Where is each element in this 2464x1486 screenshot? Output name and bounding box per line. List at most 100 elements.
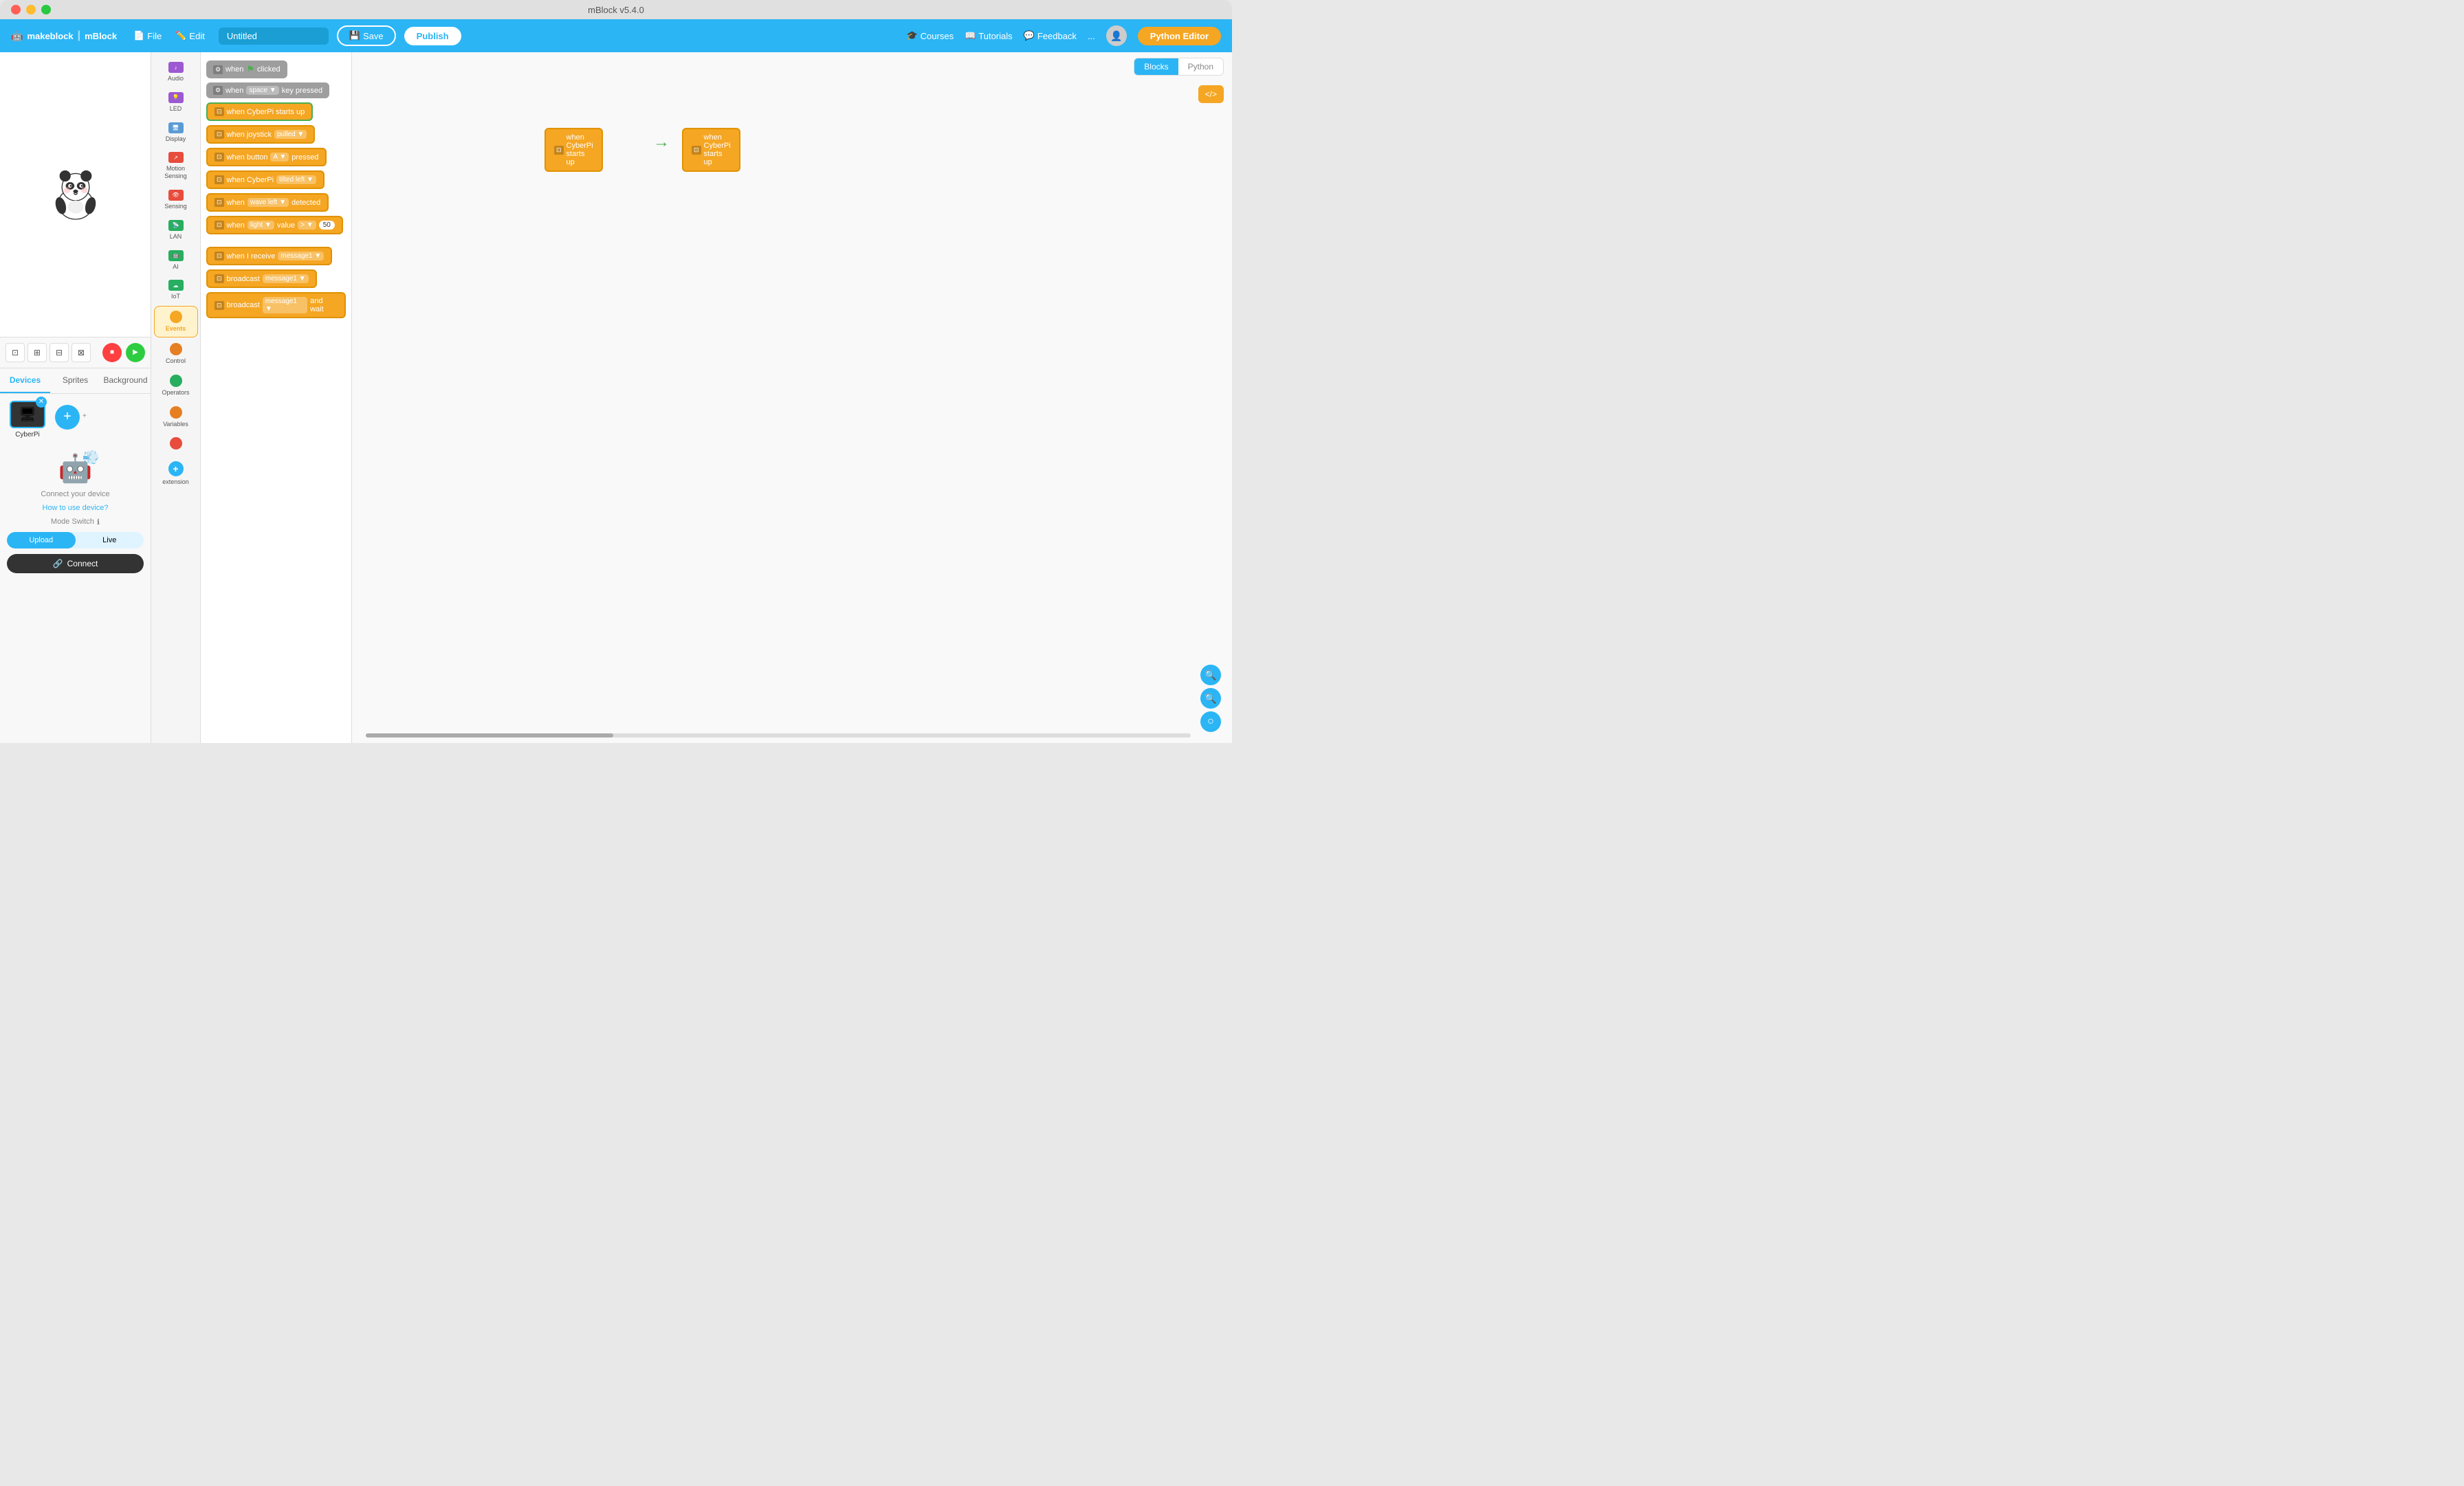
tutorials-nav[interactable]: 📖 Tutorials	[965, 30, 1013, 41]
category-my-blocks[interactable]	[154, 433, 198, 456]
motion-sensing-label: MotionSensing	[164, 165, 187, 180]
category-operators[interactable]: Operators	[154, 370, 198, 401]
block-when-wave-detected[interactable]: ⊡ when wave left ▼ detected	[206, 193, 346, 212]
zoom-in-button[interactable]: 🔍	[1200, 665, 1221, 685]
category-events[interactable]: Events	[154, 306, 198, 337]
add-device-button[interactable]: +	[55, 405, 80, 430]
upload-mode-button[interactable]: Upload	[7, 532, 76, 548]
tilt-dropdown[interactable]: tilted left ▼	[276, 175, 316, 184]
workspace-block-text: when CyberPi starts up	[566, 133, 593, 166]
block-when-joystick-pulled[interactable]: ⊡ when joystick pulled ▼	[206, 125, 346, 144]
play-button[interactable]: ▶	[126, 343, 145, 362]
save-icon: 💾	[349, 30, 360, 41]
stage-area	[0, 52, 151, 337]
file-menu[interactable]: 📄 File	[128, 27, 167, 44]
events-label: Events	[166, 325, 186, 333]
grid-view-4-button[interactable]: ⊠	[72, 343, 91, 362]
lan-label: LAN	[170, 233, 182, 241]
zoom-out-button[interactable]: 🔍	[1200, 688, 1221, 709]
toolbar-right: 🎓 Courses 📖 Tutorials 💬 Feedback ... 👤 P…	[906, 25, 1221, 46]
panda-sprite	[45, 164, 107, 225]
block-text-light: when	[227, 221, 245, 230]
avatar[interactable]: 👤	[1106, 25, 1127, 46]
zoom-reset-button[interactable]: ○	[1200, 711, 1221, 732]
motion-sensing-icon: ↗	[168, 152, 184, 163]
stop-button[interactable]: ■	[102, 343, 122, 362]
workspace-scrollbar-thumb	[366, 733, 613, 738]
tab-sprites[interactable]: Sprites	[50, 368, 100, 393]
publish-button[interactable]: Publish	[404, 27, 461, 45]
extension-icon: +	[168, 461, 184, 476]
category-led[interactable]: 💡 LED	[154, 88, 198, 117]
ai-icon: 🤖	[168, 250, 184, 261]
comparator-dropdown[interactable]: > ▼	[298, 221, 316, 230]
expand-view-button[interactable]: ⊡	[6, 343, 25, 362]
block-when-clicked[interactable]: ⚙ when ⚑ true clicked	[206, 60, 346, 78]
block-when-key-pressed[interactable]: ⚙ when space ▼ key pressed	[206, 82, 346, 98]
fullscreen-button[interactable]	[41, 5, 51, 14]
block-when-button-pressed[interactable]: ⊡ when button A ▼ pressed	[206, 148, 346, 166]
variables-label: Variables	[163, 421, 188, 428]
category-ai[interactable]: 🤖 AI	[154, 246, 198, 275]
blocks-panel: ⚙ when ⚑ true clicked ⚙ when space ▼ key…	[201, 52, 352, 743]
category-extension[interactable]: + extension	[154, 457, 198, 490]
category-audio[interactable]: ♪ Audio	[154, 58, 198, 87]
block-text-joystick: when joystick	[227, 131, 272, 139]
close-button[interactable]	[11, 5, 21, 14]
workspace: Blocks Python </> ⊡ when CyberPi starts …	[352, 52, 1232, 743]
python-editor-button[interactable]: Python Editor	[1138, 27, 1221, 45]
tab-blocks[interactable]: Blocks	[1134, 58, 1178, 75]
category-motion-sensing[interactable]: ↗ MotionSensing	[154, 148, 198, 184]
block-when-cyberpi-starts-list[interactable]: ⊡ when CyberPi starts up	[206, 102, 346, 121]
workspace-scrollbar[interactable]	[366, 733, 1191, 738]
space-dropdown[interactable]: space ▼	[246, 86, 278, 95]
workspace-block-icon: ⊡	[554, 146, 564, 155]
play-icon: ▶	[133, 348, 138, 356]
zoom-out-icon: 🔍	[1204, 693, 1216, 705]
block-when-receive[interactable]: ⊡ when I receive message1 ▼	[206, 247, 346, 265]
category-iot[interactable]: ☁ IoT	[154, 276, 198, 304]
category-control[interactable]: Control	[154, 339, 198, 369]
block-broadcast-wait[interactable]: ⊡ broadcast message1 ▼ and wait	[206, 292, 346, 318]
tabs-row: Devices Sprites Background	[0, 368, 151, 394]
button-dropdown[interactable]: A ▼	[270, 153, 289, 162]
block-text-cyberpi-tilt: when CyberPi	[227, 176, 274, 184]
save-button[interactable]: 💾 Save	[337, 25, 396, 46]
courses-nav[interactable]: 🎓 Courses	[906, 30, 954, 41]
live-mode-button[interactable]: Live	[76, 532, 144, 548]
wave-dropdown[interactable]: wave left ▼	[248, 198, 289, 207]
broadcast-wait-dropdown[interactable]: message1 ▼	[263, 297, 307, 313]
project-name-input[interactable]	[219, 27, 329, 45]
category-display[interactable]: 🖥 Display	[154, 118, 198, 147]
tab-background[interactable]: Background	[100, 368, 151, 393]
mode-switch-label: Mode Switch ℹ	[51, 518, 100, 526]
edit-menu[interactable]: ✏️ Edit	[170, 27, 210, 44]
minimize-button[interactable]	[26, 5, 36, 14]
variables-icon	[170, 406, 182, 419]
more-nav[interactable]: ...	[1088, 31, 1095, 41]
light-dropdown[interactable]: light ▼	[248, 221, 274, 230]
message-receive-dropdown[interactable]: message1 ▼	[278, 252, 324, 260]
block-text-when-flag: when	[226, 65, 243, 74]
category-variables[interactable]: Variables	[154, 402, 198, 432]
tab-python[interactable]: Python	[1178, 58, 1223, 75]
grid-view-2-button[interactable]: ⊞	[28, 343, 47, 362]
sensing-label: Sensing	[164, 203, 187, 210]
grid-view-3-button[interactable]: ⊟	[50, 343, 69, 362]
device-remove-button[interactable]: ✕	[36, 397, 47, 408]
block-when-light-value[interactable]: ⊡ when light ▼ value > ▼ 50	[206, 216, 346, 234]
connect-button[interactable]: 🔗 Connect	[7, 554, 144, 573]
operators-icon	[170, 375, 182, 387]
device-connect-area: 🤖 💨 Connect your device How to use devic…	[0, 445, 151, 744]
category-lan[interactable]: 📡 LAN	[154, 216, 198, 245]
joystick-dropdown[interactable]: pulled ▼	[274, 130, 307, 139]
code-icon[interactable]: </>	[1198, 85, 1224, 103]
light-value[interactable]: 50	[319, 221, 335, 230]
category-sensing[interactable]: 👁 Sensing	[154, 186, 198, 214]
how-to-use-link[interactable]: How to use device?	[43, 504, 109, 512]
block-when-cyberpi-tilted[interactable]: ⊡ when CyberPi tilted left ▼	[206, 170, 346, 189]
tab-devices[interactable]: Devices	[0, 368, 50, 393]
feedback-nav[interactable]: 💬 Feedback	[1024, 30, 1077, 41]
broadcast-dropdown[interactable]: message1 ▼	[263, 274, 309, 283]
block-broadcast[interactable]: ⊡ broadcast message1 ▼	[206, 269, 346, 288]
